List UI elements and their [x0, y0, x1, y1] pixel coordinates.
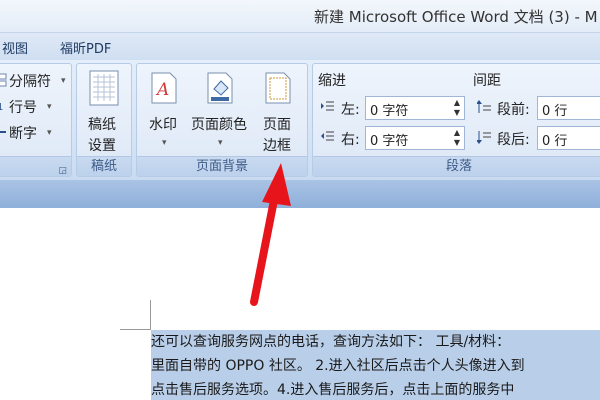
- breaks-icon: [0, 73, 7, 87]
- page-background-group: A 水印 ▾ 页面颜色 ▾ 页面 边框 页面背景: [136, 63, 308, 177]
- margin-crop-mark-vertical: [150, 300, 151, 330]
- indent-left-icon: [321, 101, 334, 111]
- page-borders-label-2: 边框: [263, 138, 291, 154]
- spacing-after-label: 段后:: [497, 132, 530, 148]
- indent-right-label: 右:: [341, 132, 360, 148]
- paragraph-group-label: 段落: [313, 156, 600, 176]
- spacing-after-input[interactable]: 0 行: [537, 126, 600, 150]
- ribbon-tabs: 视图 福昕PDF: [0, 33, 600, 60]
- line-numbers-button[interactable]: 1 行号 ▾: [0, 96, 73, 118]
- ruler-bar: [0, 180, 600, 208]
- page-borders-label-1: 页面: [263, 117, 291, 133]
- manuscript-settings-label-2: 设置: [88, 138, 116, 154]
- breaks-label: 分隔符: [9, 74, 51, 90]
- spacing-before-input[interactable]: 0 行: [537, 96, 600, 120]
- tab-view[interactable]: 视图: [2, 38, 28, 57]
- indent-left-value: 0 字符: [370, 104, 409, 119]
- spin-arrows-icon[interactable]: ▲ ▼: [452, 128, 462, 148]
- chevron-down-icon: ▾: [218, 138, 223, 148]
- indent-title: 缩进: [318, 73, 346, 89]
- indent-right-icon: [321, 131, 334, 141]
- spacing-before-icon: [477, 100, 491, 113]
- chevron-down-icon: ▾: [61, 76, 66, 86]
- watermark-button[interactable]: A 水印 ▾: [141, 68, 187, 154]
- breaks-button[interactable]: 分隔符 ▾: [0, 70, 73, 92]
- margin-crop-mark-horizontal: [120, 329, 151, 330]
- tab-foxit-pdf[interactable]: 福昕PDF: [60, 38, 111, 57]
- manuscript-group-label: 稿纸: [77, 156, 131, 176]
- spacing-before-value: 0 行: [542, 104, 568, 119]
- spacing-after-icon: [477, 131, 491, 144]
- page-color-button[interactable]: 页面颜色 ▾: [189, 68, 253, 154]
- line-numbers-icon: 1: [0, 102, 3, 113]
- indent-left-input[interactable]: 0 字符 ▲ ▼: [365, 96, 465, 120]
- svg-text:1: 1: [0, 102, 3, 113]
- manuscript-settings-button[interactable]: 稿纸 设置: [79, 68, 129, 154]
- document-text-line[interactable]: 还可以查询服务网点的电话，查询方法如下： 工具/材料：: [151, 331, 510, 353]
- hyphenation-button[interactable]: 断字 ▾: [0, 122, 73, 144]
- svg-text:A: A: [155, 80, 169, 100]
- document-text-line[interactable]: 里面自带的 OPPO 社区。 2.进入社区后点击个人头像进入到: [151, 355, 525, 377]
- page-borders-button[interactable]: 页面 边框: [255, 68, 305, 154]
- indent-right-input[interactable]: 0 字符 ▲ ▼: [365, 126, 465, 150]
- window-title: 新建 Microsoft Office Word 文档 (3) - M: [314, 8, 598, 26]
- spacing-after-value: 0 行: [542, 134, 568, 149]
- indent-left-label: 左:: [341, 102, 360, 118]
- chevron-down-icon: ▾: [47, 102, 52, 112]
- ribbon: 分隔符 ▾ 1 行号 ▾ 断字 ▾ ◲ 稿纸 设置 稿纸 A 水印 ▾ 页面颜色…: [0, 60, 600, 180]
- indent-right-value: 0 字符: [370, 134, 409, 149]
- line-numbers-label: 行号: [9, 100, 37, 116]
- document-text-line[interactable]: 点击售后服务选项。4.进入售后服务后，点击上面的服务中: [151, 379, 514, 400]
- hyphenation-label: 断字: [9, 126, 37, 142]
- watermark-icon: A: [151, 72, 177, 104]
- hyphenation-icon: [0, 131, 6, 133]
- chevron-down-icon: ▾: [162, 138, 167, 148]
- chevron-down-icon: ▾: [47, 128, 52, 138]
- page-borders-icon: [265, 72, 291, 104]
- spin-arrows-icon[interactable]: ▲ ▼: [452, 98, 462, 118]
- page-color-icon: [207, 72, 233, 104]
- manuscript-paper-icon: [89, 70, 119, 106]
- manuscript-settings-label-1: 稿纸: [88, 117, 116, 133]
- page-color-label: 页面颜色: [191, 117, 247, 133]
- dialog-launcher-icon[interactable]: ◲: [58, 161, 67, 181]
- page-setup-group-label: ◲: [0, 156, 71, 176]
- paragraph-group: 缩进 间距 左: 0 字符 ▲ ▼ 右: 0 字符 ▲ ▼ 段前: 0 行 段后…: [312, 63, 600, 177]
- watermark-label: 水印: [149, 117, 177, 133]
- word-window: 新建 Microsoft Office Word 文档 (3) - M 视图 福…: [0, 0, 600, 400]
- spacing-before-label: 段前:: [497, 102, 530, 118]
- title-bar: 新建 Microsoft Office Word 文档 (3) - M: [0, 0, 600, 33]
- page-background-group-label: 页面背景: [137, 156, 307, 176]
- manuscript-group: 稿纸 设置 稿纸: [76, 63, 132, 177]
- spacing-title: 间距: [473, 73, 501, 89]
- page-setup-group-partial: 分隔符 ▾ 1 行号 ▾ 断字 ▾ ◲: [0, 63, 72, 177]
